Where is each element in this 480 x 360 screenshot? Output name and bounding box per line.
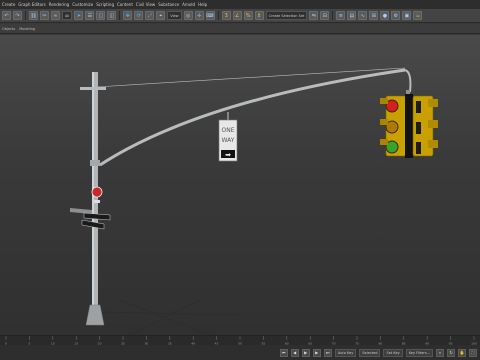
perspective-viewport[interactable]: ONE WAY ➡	[0, 35, 480, 335]
set-key-button[interactable]: Set Key	[383, 348, 403, 357]
go-to-start-icon[interactable]: ⏮	[279, 348, 288, 357]
undo-icon[interactable]: ↶	[2, 11, 11, 20]
menu-item-substance[interactable]: Substance	[158, 2, 179, 7]
render-setup-icon[interactable]: ⚙	[391, 11, 401, 20]
spinner-snap-icon[interactable]: ⇕	[254, 11, 264, 20]
one-way-arrow-icon: ➡	[225, 151, 231, 159]
rendered-frame-window-icon[interactable]: ▣	[402, 11, 412, 20]
street-sign-top	[83, 212, 111, 221]
window-crossing-icon[interactable]: ◫	[107, 11, 117, 20]
placement-icon[interactable]: ⌖	[156, 11, 166, 20]
menu-bar: Create Graph Editors Rendering Customize…	[0, 0, 480, 9]
tab-modeling[interactable]: Modeling	[19, 27, 35, 31]
rectangular-selection-icon[interactable]: ▢	[96, 11, 106, 20]
menu-item-graph-editors[interactable]: Graph Editors	[18, 2, 45, 7]
pole-crossbar	[80, 87, 106, 90]
mirror-icon[interactable]: ⇋	[309, 11, 319, 20]
one-way-line1: ONE	[221, 127, 234, 134]
menu-item-scripting[interactable]: Scripting	[96, 2, 114, 7]
bind-space-warp-icon[interactable]: ≈	[51, 11, 60, 20]
material-editor-icon[interactable]: ●	[380, 11, 390, 20]
selection-filter-dropdown[interactable]: All	[62, 11, 73, 20]
selected-dropdown[interactable]: Selected	[359, 348, 381, 357]
toolbar-divider	[25, 11, 26, 20]
street-sign-arm	[70, 208, 92, 214]
toolbar-divider	[217, 11, 219, 20]
ribbon-tabs: Objects Modeling	[0, 24, 480, 34]
menu-item-help[interactable]: Help	[198, 2, 207, 7]
move-icon[interactable]: ✥	[123, 11, 133, 20]
rotate-icon[interactable]: ⟳	[134, 11, 144, 20]
menu-item-content[interactable]: Content	[117, 2, 133, 7]
keyboard-shortcut-override-icon[interactable]: ⌨	[205, 11, 215, 20]
link-icon[interactable]: ⛓	[29, 11, 38, 20]
pole-collar	[90, 160, 100, 166]
select-object-icon[interactable]: ➤	[74, 11, 84, 20]
menu-item-create[interactable]: Create	[2, 2, 15, 7]
pan-icon[interactable]: ✋	[458, 348, 466, 357]
select-manipulate-icon[interactable]: ✛	[194, 11, 204, 20]
unlink-icon[interactable]: ✂	[40, 11, 49, 20]
toolbar-divider	[332, 11, 334, 20]
main-toolbar: ↶ ↷ ⛓ ✂ ≈ All ➤ ☰ ▢ ◫ ✥ ⟳ ⤢ ⌖ View ◎ ✛ ⌨…	[0, 9, 480, 23]
maximize-viewport-icon[interactable]: ⛶	[469, 348, 477, 357]
key-filters-button[interactable]: Key Filters...	[405, 348, 433, 357]
menu-item-customize[interactable]: Customize	[72, 2, 93, 7]
go-to-end-icon[interactable]: ⏭	[323, 348, 332, 357]
schematic-view-icon[interactable]: ⊞	[369, 11, 379, 20]
pole-base	[85, 304, 105, 326]
percent-snap-icon[interactable]: %	[243, 11, 253, 20]
signal-backplate	[405, 94, 413, 158]
play-icon[interactable]: ▶	[301, 348, 310, 357]
select-by-name-icon[interactable]: ☰	[85, 11, 95, 20]
angle-snap-icon[interactable]: ∠	[232, 11, 242, 20]
snaps-toggle-icon[interactable]: 3	[221, 11, 231, 20]
next-frame-icon[interactable]: ▶	[312, 348, 321, 357]
menu-item-arnold[interactable]: Arnold	[182, 2, 195, 7]
ground-shadow	[99, 299, 241, 335]
curve-editor-icon[interactable]: ∿	[358, 11, 368, 20]
stop-sign-plate	[94, 200, 100, 203]
traffic-signal-left	[380, 95, 407, 157]
tab-objects[interactable]: Objects	[2, 27, 15, 31]
pivot-center-icon[interactable]: ◎	[183, 11, 193, 20]
toggle-ribbon-icon[interactable]: ▤	[347, 11, 357, 20]
stop-sign-icon	[91, 186, 103, 198]
orbit-icon[interactable]: ↻	[447, 348, 455, 357]
status-bar: ⏮ ◀ ▶ ▶ ⏭ Auto Key Selected Set Key Key …	[0, 345, 480, 360]
previous-frame-icon[interactable]: ◀	[290, 348, 299, 357]
reference-coordinate-dropdown[interactable]: View	[167, 11, 182, 20]
align-icon[interactable]: ⊟	[320, 11, 330, 20]
traffic-signal-right	[412, 95, 438, 157]
menu-item-civil-view[interactable]: Civil View	[136, 2, 155, 7]
layer-explorer-icon[interactable]: ≡	[336, 11, 346, 20]
one-way-line2: WAY	[222, 137, 235, 144]
render-icon[interactable]: ☕	[413, 11, 423, 20]
mast-arm	[99, 68, 406, 167]
zoom-icon[interactable]: ⌕	[436, 348, 444, 357]
menu-item-rendering[interactable]: Rendering	[49, 2, 69, 7]
auto-key-button[interactable]: Auto Key	[334, 348, 357, 357]
redo-icon[interactable]: ↷	[13, 11, 22, 20]
named-selection-sets-dropdown[interactable]: Create Selection Set	[265, 11, 308, 20]
toolbar-divider	[119, 11, 121, 20]
scene-render: ONE WAY ➡	[70, 67, 438, 335]
mast-arm-hanger	[404, 69, 412, 93]
scale-icon[interactable]: ⤢	[145, 11, 155, 20]
